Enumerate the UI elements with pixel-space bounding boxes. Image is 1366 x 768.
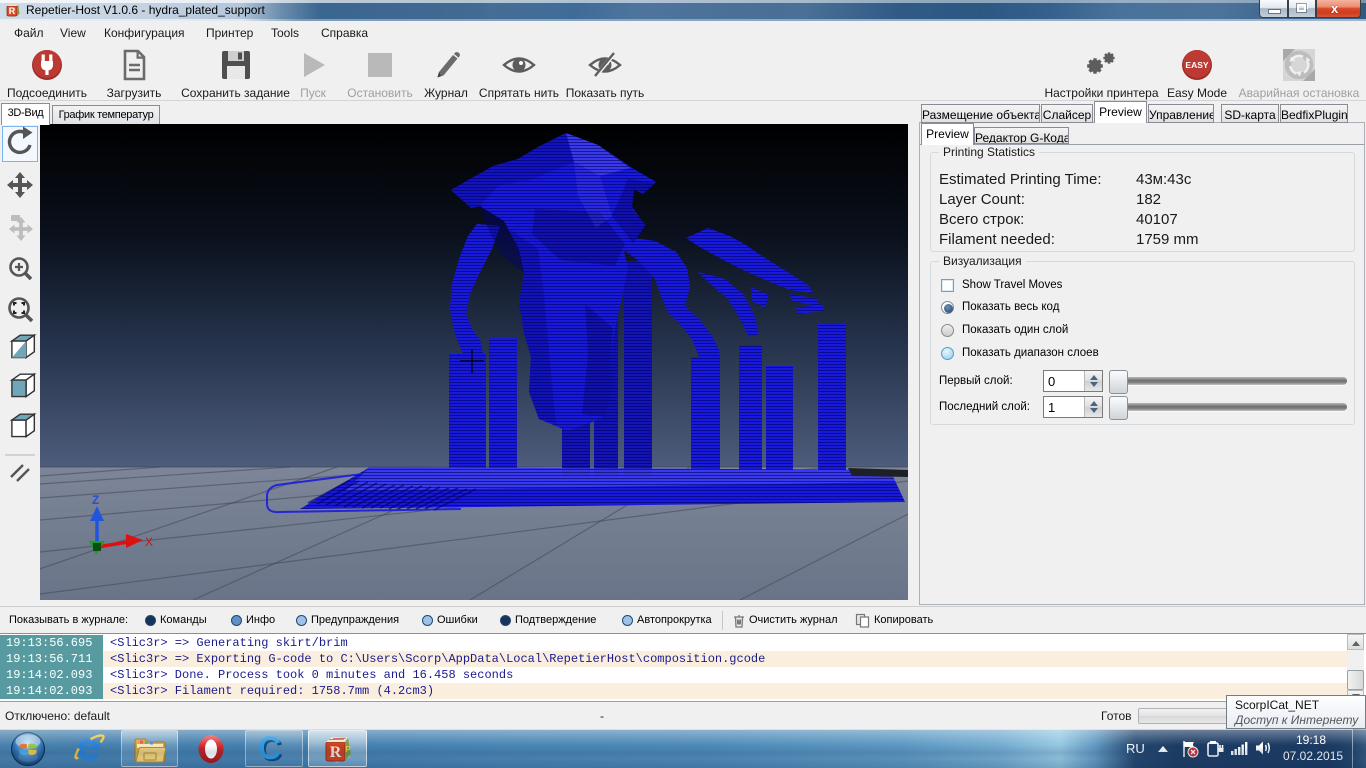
svg-text:C: C [258, 732, 281, 766]
svg-text:C: C [260, 732, 283, 766]
svg-text:Z: Z [92, 493, 99, 507]
svg-text:X: X [145, 535, 153, 549]
svg-text:EASY: EASY [1185, 60, 1208, 70]
svg-text:R: R [9, 6, 16, 16]
svg-text:P: P [345, 745, 351, 754]
svg-text:R: R [330, 744, 342, 761]
